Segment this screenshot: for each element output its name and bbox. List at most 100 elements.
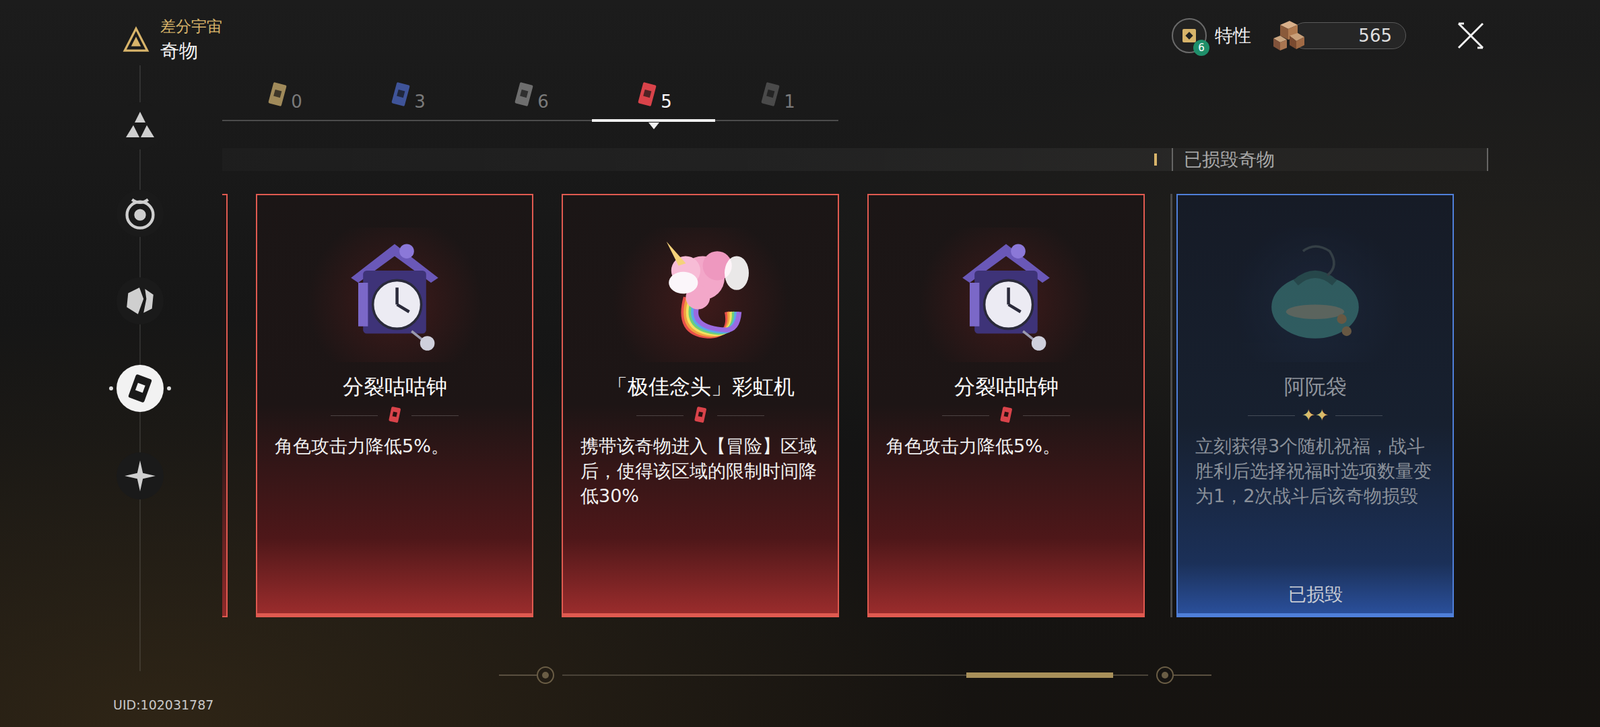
rarity-line [636,415,684,417]
curio-card[interactable]: 分裂咕咕钟角色攻击力降低5%。 [867,193,1145,618]
traits-icon-frame: 6 [1171,18,1207,54]
sidebar-item[interactable] [113,186,168,241]
mode-label: 差分宇宙 [160,16,223,38]
rarity-line [411,415,459,417]
rarity-line [942,415,990,417]
scroll-track[interactable] [562,674,1149,677]
traits-button[interactable]: 6特性 [1171,18,1252,54]
curio-description: 立刻获得3个随机祝福，战斗胜利后选择祝福时选项数量变为1，2次战斗后该奇物损毁 [1195,433,1436,509]
scroll-deco-line [1173,674,1212,677]
category-tab[interactable]: 1 [715,71,839,120]
sidebar-item-disc [116,452,164,500]
tab-count: 3 [414,91,426,112]
category-tabs: 0 3 6 5 1 [222,71,839,122]
currency-icon-frame [1270,17,1307,54]
rarity-row [886,404,1126,427]
rarity-row [580,404,821,427]
sidebar: 差分宇宙奇物 UID:102031787 [0,0,223,727]
page-title: 奇物 [160,38,223,64]
sidebar-item-disc [116,102,164,150]
category-tab[interactable]: 6 [468,71,592,120]
category-tab[interactable]: 5 [591,71,716,120]
tab-count: 6 [537,91,549,112]
curio-art [274,227,515,363]
curio-status: 已损毁 [1195,574,1436,614]
curio-art [886,227,1126,363]
traits-badge: 6 [1193,39,1210,56]
curio-category-icon [758,80,783,111]
top-bar: 6特性 565 [222,0,1489,72]
curio-list: 分裂咕咕钟角色攻击力降低5%。「极佳念头」彩虹机携带该奇物进入【冒险】区域后，使… [222,193,1489,618]
curio-category-icon [635,80,660,111]
section-divider [1170,193,1173,618]
tab-count: 1 [783,91,796,112]
rainbow-unicorn-icon [639,234,761,356]
curio-card[interactable]: 阿阮袋 ✦✦ 立刻获得3个随机祝福，战斗胜利后选择祝福时选项数量变为1，2次战斗后该… [1176,193,1454,618]
scroll-deco-ring [1156,666,1174,685]
clipped-curio-card[interactable] [222,193,228,618]
tab-count: 0 [290,91,303,112]
active-section-band [222,148,1172,172]
negative-rarity-icon [995,405,1017,426]
orb-icon [121,195,159,232]
sidebar-item[interactable] [113,449,168,504]
sidebar-item[interactable] [113,361,168,416]
brand: 差分宇宙奇物 [122,16,223,64]
curio-description: 角色攻击力降低5%。 [886,433,1126,459]
curio-icon [123,372,157,405]
curio-name: 分裂咕咕钟 [274,373,515,400]
rarity-line [1022,415,1071,417]
rarity-line [1335,415,1383,417]
universe-logo-icon [122,23,150,58]
curio-description: 角色攻击力降低5%。 [274,433,515,459]
sidebar-item-disc [116,364,164,413]
pouch-icon [1254,234,1376,356]
curio-name: 分裂咕咕钟 [886,373,1126,400]
sidebar-item[interactable] [113,98,168,153]
sidebar-nav [113,98,168,504]
section-bar: 已损毁奇物 [222,148,1489,172]
curio-art [580,227,821,363]
currency-value: 565 [1291,22,1407,50]
cosmic-fragment-icon [1270,18,1306,54]
category-tab[interactable]: 0 [222,71,346,120]
uid-label: UID:102031787 [113,697,223,713]
curio-description: 携带该奇物进入【冒险】区域后，使得该区域的限制时间降低30% [580,433,821,509]
section-marker [1154,153,1157,166]
curio-category-icon [388,80,413,111]
rarity-row: ✦✦ [1195,404,1436,427]
rarity-line [330,415,378,417]
destroyed-group: 阿阮袋 ✦✦ 立刻获得3个随机祝福，战斗胜利后选择祝福时选项数量变为1，2次战斗后该… [1170,193,1454,618]
curio-card[interactable]: 「极佳念头」彩虹机携带该奇物进入【冒险】区域后，使得该区域的限制时间降低30% [561,193,840,618]
scroll-deco-line [498,674,537,677]
curio-category-icon [511,80,537,111]
star-icon [122,458,158,494]
curio-name: 阿阮袋 [1195,373,1436,400]
rarity-line [717,415,765,417]
curio-card[interactable]: 分裂咕咕钟角色攻击力降低5%。 [255,193,534,618]
currency: 565 [1270,17,1407,54]
sidebar-item-disc [116,277,164,325]
destroyed-section-label: 已损毁奇物 [1183,147,1275,172]
main-panel: 6特性56503651已损毁奇物分裂咕咕钟角色攻击力降低5%。「极佳念头」彩虹机… [222,0,1600,727]
brand-text: 差分宇宙奇物 [160,16,223,64]
curio-category-icon [265,80,290,111]
emblem-icon [123,109,157,143]
scroll-thumb[interactable] [966,672,1114,679]
negative-rarity-icon [384,405,405,426]
rarity-mark: ✦✦ [1301,406,1329,425]
sidebar-item-disc [116,189,164,238]
negative-rarity-icon [690,405,711,426]
close-icon [1454,19,1487,52]
curio-name: 「极佳念头」彩虹机 [580,373,821,400]
cuckoo-clock-icon [334,234,456,356]
category-tab[interactable]: 3 [345,71,469,120]
rarity-row [274,404,515,427]
scroll-indicator [222,664,1489,687]
close-button[interactable] [1453,18,1489,54]
destroyed-section-band: 已损毁奇物 [1171,148,1489,172]
curio-art [1195,227,1436,363]
cuckoo-clock-icon [945,234,1067,356]
rarity-line [1247,415,1295,417]
sidebar-item[interactable] [113,274,168,328]
